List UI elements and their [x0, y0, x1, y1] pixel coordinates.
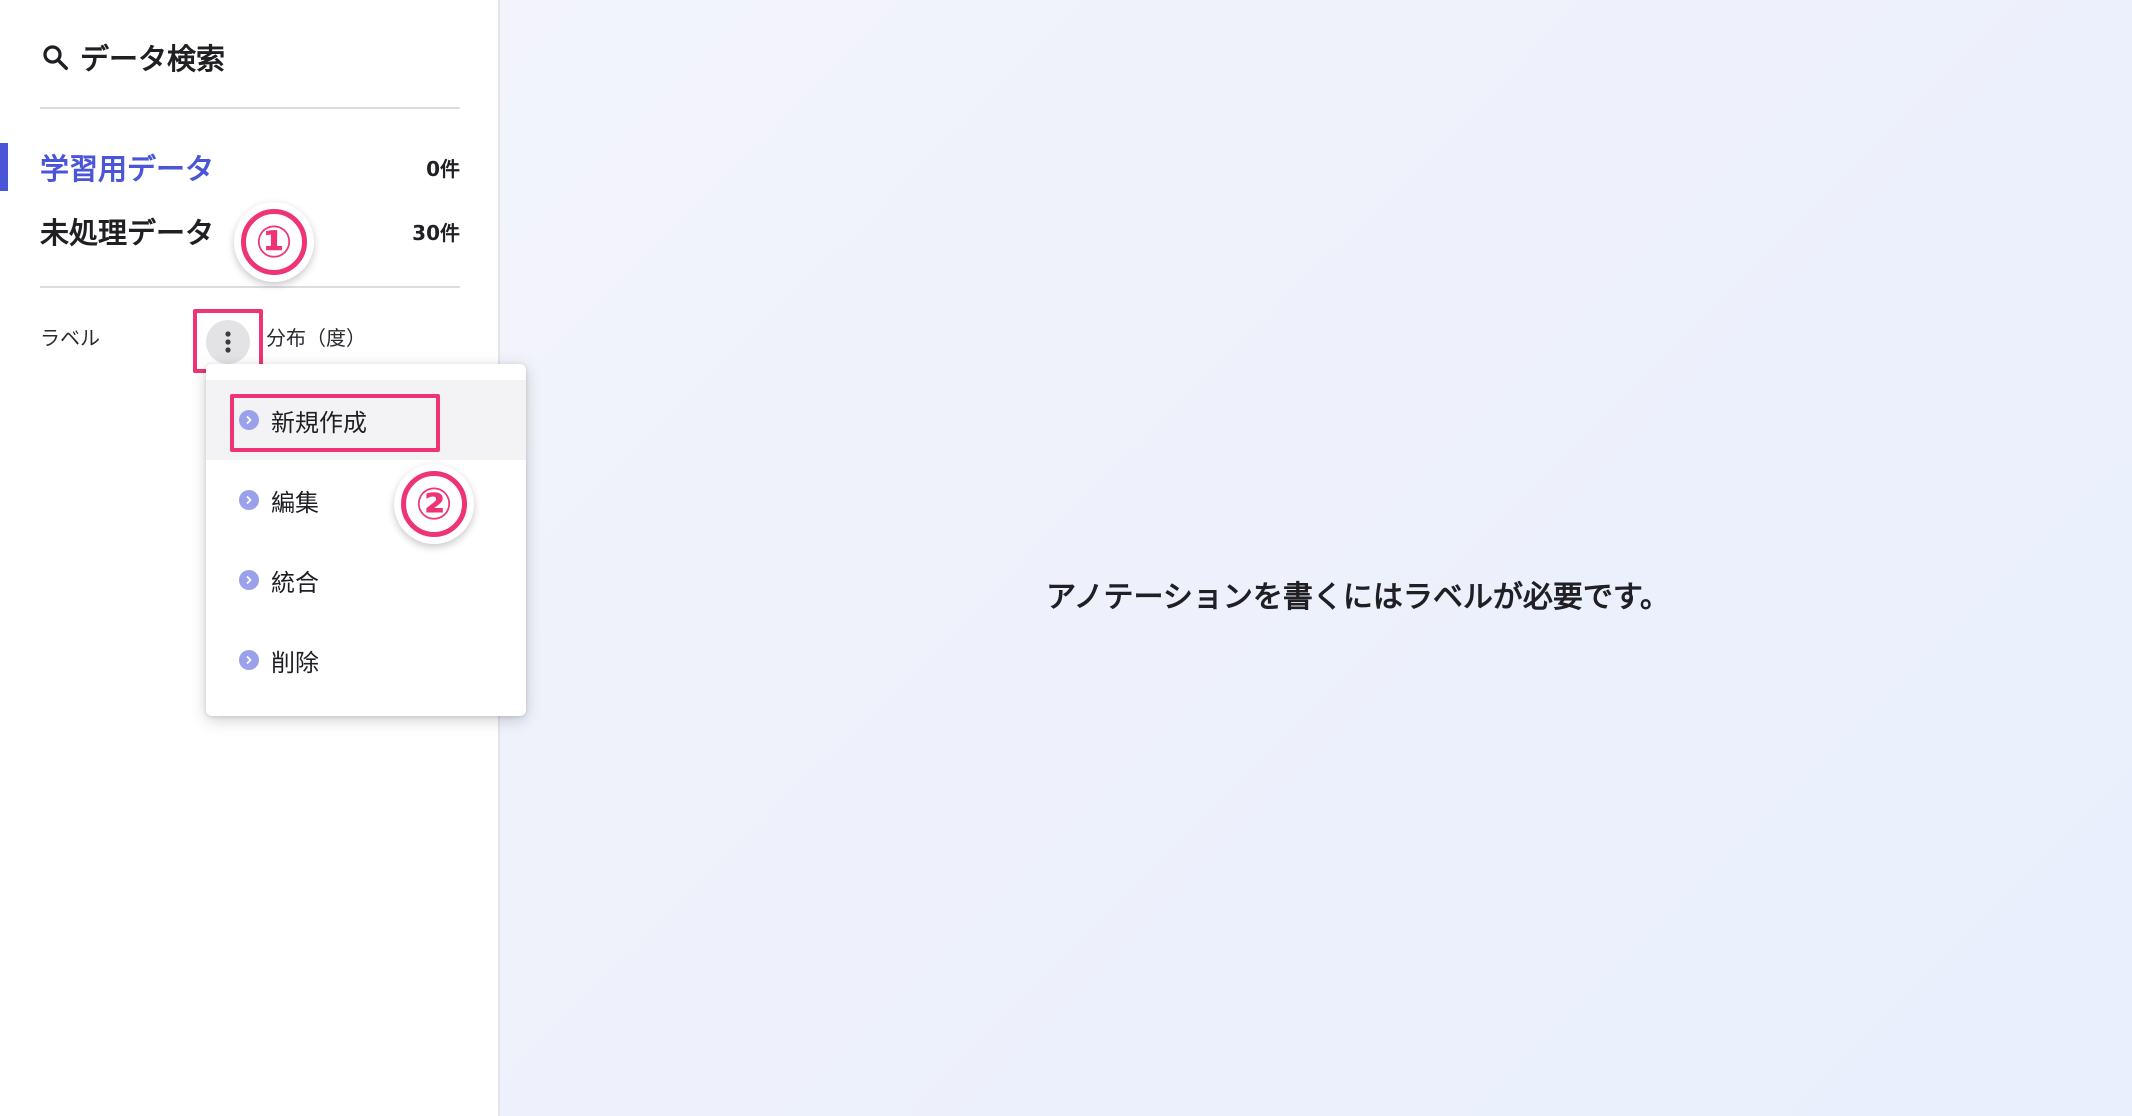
data-search-label: データ検索 [80, 42, 226, 76]
sidebar-divider [40, 286, 460, 288]
menu-item-label: 編集 [271, 488, 319, 517]
sidebar-divider [40, 107, 460, 109]
sidebar-item-count: 0件 [426, 156, 460, 181]
menu-item-merge[interactable]: 統合 [206, 540, 526, 620]
data-search-button[interactable]: データ検索 [40, 36, 225, 78]
menu-item-edit[interactable]: 編集 [206, 460, 526, 540]
distribution-column-header: 分布（度） [266, 326, 366, 350]
empty-state-message: アノテーションを書くにはラベルが必要です。 [1046, 580, 1670, 615]
menu-item-label: 削除 [271, 648, 319, 677]
sidebar-item-label: 学習用データ [40, 152, 215, 186]
step-badge-number: ① [241, 209, 307, 275]
app-root: データ検索 学習用データ 0件 未処理データ 30件 ラベル 分布（度） ① 新… [0, 0, 2132, 1116]
annotation-highlight-step2 [230, 394, 440, 452]
sidebar-item-unprocessed-data[interactable]: 未処理データ 30件 [0, 204, 460, 258]
search-icon [43, 45, 68, 70]
main-content: アノテーションを書くにはラベルが必要です。 [500, 0, 2132, 1116]
chevron-right-circle-icon [239, 570, 259, 590]
chevron-right-circle-icon [239, 490, 259, 510]
sidebar-item-count: 30件 [412, 220, 460, 245]
step-badge-2: ② [394, 464, 474, 544]
sidebar-item-label: 未処理データ [40, 216, 215, 250]
step-badge-1: ① [234, 202, 314, 282]
label-column-header: ラベル [40, 326, 100, 350]
sidebar-item-training-data[interactable]: 学習用データ 0件 [0, 140, 460, 194]
menu-item-delete[interactable]: 削除 [206, 620, 526, 700]
menu-item-label: 統合 [271, 568, 319, 597]
chevron-right-circle-icon [239, 650, 259, 670]
step-badge-number: ② [401, 471, 467, 537]
